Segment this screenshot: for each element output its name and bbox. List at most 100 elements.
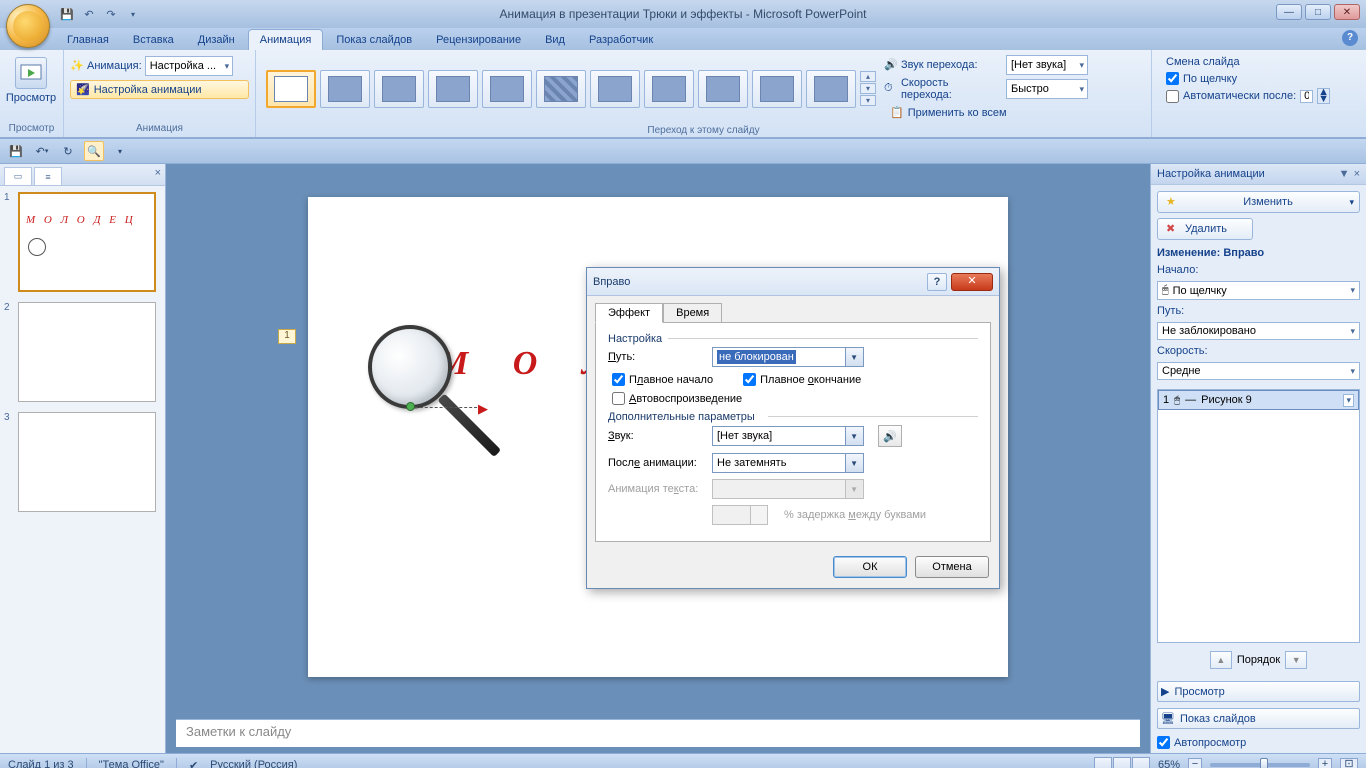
transition-none[interactable] [266,70,316,108]
remove-effect-button[interactable]: ✖ Удалить [1157,218,1253,240]
motion-path-start-icon[interactable] [406,402,415,411]
pane-close-icon[interactable]: × [1354,168,1360,180]
ok-button[interactable]: ОК [833,556,907,578]
preview-label: Просмотр [6,92,56,104]
save-icon[interactable]: 💾 [6,141,26,161]
pane-slideshow-button[interactable]: 🖥 Показ слайдов [1157,708,1360,729]
office-button[interactable] [6,4,50,48]
smooth-start-checkbox[interactable]: Плавное начало [612,373,713,386]
transition-item[interactable] [590,70,640,108]
sorter-view-button[interactable] [1113,757,1131,768]
tab-time[interactable]: Время [663,303,722,323]
dlg-sound-combo[interactable]: [Нет звука]▼ [712,426,864,446]
smooth-end-checkbox[interactable]: Плавное окончание [743,373,861,386]
magnifier-shape[interactable] [368,325,452,409]
dialog-titlebar[interactable]: Вправо ? ✕ [587,268,999,296]
auto-after-checkbox[interactable]: Автоматически после: ▲▼ [1166,88,1352,104]
redo-icon[interactable]: ↷ [102,5,120,23]
dlg-path-combo[interactable]: не блокирован▼ [712,347,864,367]
undo-icon[interactable]: ↶▾ [32,141,52,161]
transition-item[interactable] [482,70,532,108]
speed-combo[interactable]: Средне [1157,362,1360,380]
dialog-help-button[interactable]: ? [927,273,947,291]
autopreview-checkbox[interactable]: Автопросмотр [1151,732,1366,753]
animation-icon: ✨ [70,59,84,73]
qat2-more-icon[interactable]: ▾ [110,141,130,161]
gallery-more[interactable]: ▴▾▾ [860,71,876,106]
animation-list-item[interactable]: 1 🖱 — Рисунок 9 [1158,390,1359,410]
zoom-percent[interactable]: 65% [1158,759,1180,768]
close-button[interactable]: ✕ [1334,4,1360,20]
fit-window-button[interactable]: ⊡ [1340,758,1358,768]
tab-design[interactable]: Дизайн [187,30,246,50]
change-effect-button[interactable]: ★ Изменить [1157,191,1360,213]
help-icon[interactable]: ? [1342,30,1358,46]
dlg-after-combo[interactable]: Не затемнять▼ [712,453,864,473]
slide-thumbnail-1[interactable]: М О Л О Д Е Ц [18,192,156,292]
slides-tab[interactable]: ▭ [4,167,32,185]
panel-close-icon[interactable]: × [155,167,161,179]
animation-combo[interactable]: Настройка ... [145,56,233,76]
tab-developer[interactable]: Разработчик [578,30,664,50]
pane-dropdown-icon[interactable]: ▼ [1339,168,1350,180]
transition-item[interactable] [698,70,748,108]
spellcheck-icon[interactable]: ✔ [189,759,198,768]
transition-item[interactable] [644,70,694,108]
outline-tab[interactable]: ≡ [34,167,62,185]
time-down[interactable]: ▼ [1318,96,1329,103]
order-label: Порядок [1237,654,1280,666]
qat-more-icon[interactable]: ▾ [124,5,142,23]
transition-item[interactable] [806,70,856,108]
move-down-button[interactable]: ▼ [1285,651,1307,669]
minimize-button[interactable]: — [1276,4,1302,20]
transition-item[interactable] [536,70,586,108]
tab-review[interactable]: Рецензирование [425,30,532,50]
tab-slideshow[interactable]: Показ слайдов [325,30,423,50]
motion-path-end-icon[interactable]: ▶ [478,401,488,417]
transition-sound-combo[interactable]: [Нет звука] [1006,55,1088,75]
tab-insert[interactable]: Вставка [122,30,185,50]
tab-home[interactable]: Главная [56,30,120,50]
zoom-slider[interactable] [1210,763,1310,767]
slideshow-icon: 🖥 [1161,712,1175,725]
speed-label: Скорость: [1157,345,1360,357]
path-combo[interactable]: Не заблокировано [1157,322,1360,340]
dialog-close-button[interactable]: ✕ [951,273,993,291]
repeat-icon[interactable]: ↻ [58,141,78,161]
apply-to-all-button[interactable]: 📋 Применить ко всем [884,103,1088,122]
save-icon[interactable]: 💾 [58,5,76,23]
normal-view-button[interactable] [1094,757,1112,768]
transition-item[interactable] [374,70,424,108]
path-label: Путь: [1157,305,1360,317]
sound-volume-button[interactable]: 🔊 [878,425,902,447]
transition-item[interactable] [320,70,370,108]
maximize-button[interactable]: □ [1305,4,1331,20]
slide-thumbnail-3[interactable] [18,412,156,512]
tab-effect[interactable]: Эффект [595,303,663,323]
tab-view[interactable]: Вид [534,30,576,50]
on-click-checkbox[interactable]: По щелчку [1166,72,1352,85]
slide-thumbnail-2[interactable] [18,302,156,402]
move-up-button[interactable]: ▲ [1210,651,1232,669]
preview-button[interactable]: Просмотр [6,52,56,109]
start-combo[interactable]: 🖱 По щелчку [1157,281,1360,300]
motion-path-line[interactable] [410,407,482,408]
transition-speed-combo[interactable]: Быстро [1006,79,1088,99]
custom-animation-button[interactable]: 🌠 Настройка анимации [70,80,249,99]
pane-preview-button[interactable]: ▶ Просмотр [1157,681,1360,702]
zoom-in-button[interactable]: + [1318,758,1332,768]
zoom-out-button[interactable]: − [1188,758,1202,768]
cancel-button[interactable]: Отмена [915,556,989,578]
language-indicator[interactable]: Русский (Россия) [210,759,297,768]
slideshow-view-button[interactable] [1132,757,1150,768]
modification-title: Изменение: Вправо [1157,247,1360,259]
undo-icon[interactable]: ↶ [80,5,98,23]
tab-animation[interactable]: Анимация [248,29,324,50]
transition-item[interactable] [428,70,478,108]
reorder-controls: ▲ Порядок ▼ [1157,648,1360,672]
auto-time-field[interactable] [1300,90,1313,103]
notes-pane[interactable]: Заметки к слайду [176,719,1140,747]
transition-item[interactable] [752,70,802,108]
autoplay-checkbox[interactable]: Автовоспроизведение [612,392,742,405]
find-format-icon[interactable]: 🔍 [84,141,104,161]
